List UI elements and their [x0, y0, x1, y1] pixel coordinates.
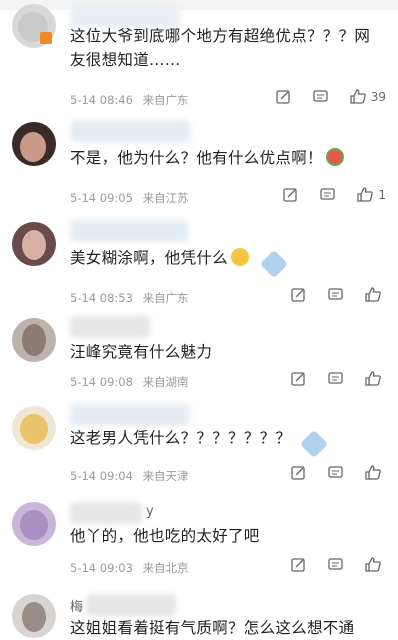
share-button[interactable] — [290, 370, 307, 387]
thumbs-up-icon — [365, 557, 381, 572]
comment-date: 5-14 08:46 — [70, 93, 133, 107]
username[interactable] — [70, 502, 142, 524]
like-button[interactable] — [364, 556, 386, 573]
avatar[interactable] — [12, 122, 56, 166]
top-band — [0, 0, 398, 10]
comment-location: 来自广东 — [142, 291, 189, 305]
comment-meta: 5-14 09:04 来自天津 — [70, 468, 195, 484]
username-prefix: 梅 — [70, 600, 84, 615]
watermelon-emoji-icon — [325, 148, 344, 166]
comment-text: 这姐姐看着挺有气质啊？怎么这么想不通 — [70, 619, 355, 637]
username[interactable] — [70, 316, 150, 338]
comment-text: 这位大爷到底哪个地方有超绝优点？？？网 友很想知道…… — [70, 27, 371, 69]
username-suffix: y — [146, 504, 154, 519]
comment-actions: 1 — [282, 186, 386, 203]
username[interactable] — [70, 404, 190, 426]
comment-icon — [320, 188, 336, 200]
thumbs-up-icon — [365, 465, 381, 480]
sparkle-sticker-icon — [259, 249, 289, 279]
comment-icon — [313, 90, 328, 102]
comment-actions — [290, 286, 386, 303]
comment-date: 5-14 09:03 — [70, 561, 133, 575]
sparkle-sticker-icon — [299, 429, 329, 459]
comment-location: 来自天津 — [142, 469, 189, 483]
share-button[interactable] — [290, 286, 307, 303]
comment-location: 来自广东 — [142, 93, 189, 107]
share-icon — [291, 466, 305, 480]
share-icon — [276, 90, 290, 104]
comment-button[interactable] — [319, 186, 336, 203]
comment-meta: 5-14 08:53 来自广东 — [70, 290, 195, 306]
username[interactable] — [70, 220, 188, 242]
share-icon — [291, 372, 305, 386]
comment-button[interactable] — [312, 88, 329, 105]
share-icon — [291, 558, 305, 572]
username[interactable] — [70, 120, 190, 142]
avatar[interactable] — [12, 502, 56, 546]
comment-text: 他丫的，他也吃的太好了吧 — [70, 527, 260, 545]
comment-actions — [290, 370, 386, 387]
comment-actions: 39 — [275, 88, 386, 105]
username[interactable] — [86, 594, 176, 616]
comment-date: 5-14 08:53 — [70, 291, 133, 305]
comment-button[interactable] — [327, 556, 344, 573]
laughing-emoji-icon — [231, 248, 250, 266]
comment-icon — [328, 372, 343, 384]
like-button[interactable]: 1 — [356, 186, 386, 203]
comment-date: 5-14 09:05 — [70, 191, 133, 205]
share-icon — [283, 188, 298, 202]
thumbs-up-icon — [365, 287, 381, 302]
avatar[interactable] — [12, 318, 56, 362]
avatar[interactable] — [12, 594, 56, 638]
comment-location: 来自湖南 — [142, 375, 189, 389]
comment-location: 来自江苏 — [142, 191, 189, 205]
share-button[interactable] — [282, 186, 299, 203]
comment-meta: 5-14 09:08 来自湖南 — [70, 374, 195, 390]
thumbs-up-icon — [365, 371, 381, 386]
comment-meta: 5-14 09:03 来自北京 — [70, 560, 195, 576]
comment-text: 美女糊涂啊，他凭什么 — [70, 246, 250, 270]
share-button[interactable] — [290, 464, 307, 481]
comment-actions — [290, 464, 386, 481]
comment-icon — [328, 288, 343, 300]
like-button[interactable]: 39 — [349, 88, 386, 105]
thumbs-up-icon — [357, 187, 374, 202]
badge-icon — [40, 32, 52, 44]
like-button[interactable] — [364, 286, 386, 303]
like-button[interactable] — [364, 370, 386, 387]
share-button[interactable] — [275, 88, 292, 105]
avatar[interactable] — [12, 222, 56, 266]
comment-text: 汪峰究竟有什么魅力 — [70, 343, 213, 361]
comment-location: 来自北京 — [142, 561, 189, 575]
thumbs-up-icon — [350, 89, 366, 104]
like-count: 1 — [378, 187, 386, 202]
comment-date: 5-14 09:04 — [70, 469, 133, 483]
like-count: 39 — [370, 89, 386, 104]
comment-meta: 5-14 09:05 来自江苏 — [70, 190, 195, 206]
comment-date: 5-14 09:08 — [70, 375, 133, 389]
avatar[interactable] — [12, 406, 56, 450]
share-button[interactable] — [290, 556, 307, 573]
comment-meta: 5-14 08:46 来自广东 — [70, 92, 195, 108]
comment-icon — [328, 466, 343, 478]
comment-actions — [290, 556, 386, 573]
share-icon — [291, 288, 305, 302]
comment-button[interactable] — [327, 286, 344, 303]
like-button[interactable] — [364, 464, 386, 481]
comment-icon — [328, 558, 343, 570]
comment-button[interactable] — [327, 464, 344, 481]
comment-text: 这老男人凭什么？？？？？？？ — [70, 429, 292, 447]
comment-text: 不是，他为什么？他有什么优点啊！ — [70, 146, 344, 170]
comment-button[interactable] — [327, 370, 344, 387]
